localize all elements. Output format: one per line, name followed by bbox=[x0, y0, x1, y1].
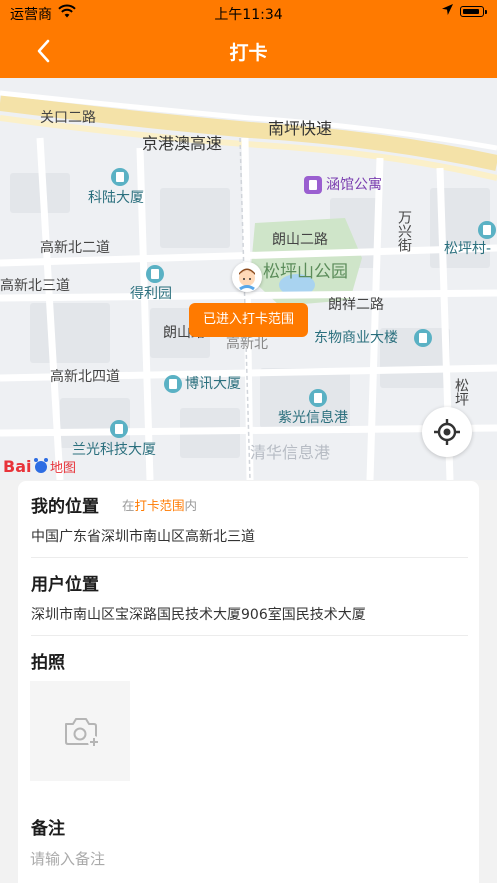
remark-input[interactable] bbox=[30, 847, 460, 871]
map-label: 兰光科技大厦 bbox=[72, 442, 156, 458]
building-poi-icon bbox=[110, 420, 128, 438]
map-label: 南坪快速 bbox=[268, 119, 333, 138]
map-label: 高新北二道 bbox=[40, 240, 110, 256]
svg-text:Bai: Bai bbox=[3, 457, 31, 476]
camera-plus-icon bbox=[65, 718, 100, 748]
range-status-suffix: 内 bbox=[184, 498, 198, 513]
user-avatar-icon bbox=[232, 262, 262, 292]
map-label: 朗山二路 bbox=[272, 232, 328, 248]
map-label: 关口二路 bbox=[40, 110, 96, 126]
building-poi-icon bbox=[414, 329, 432, 347]
map-label: 清华信息港 bbox=[250, 443, 331, 462]
building-poi-icon bbox=[164, 375, 182, 393]
map-label: 松坪山公园 bbox=[263, 262, 348, 282]
building-poi-icon bbox=[146, 265, 164, 283]
my-location-address: 中国广东省深圳市南山区高新北三道 bbox=[31, 529, 255, 545]
apartment-poi-icon bbox=[304, 176, 322, 194]
remark-title: 备注 bbox=[31, 819, 65, 839]
map-label: 高新北三道 bbox=[0, 278, 70, 294]
building-poi-icon bbox=[309, 389, 327, 407]
map-provider-logo: Bai 地图 bbox=[3, 455, 83, 477]
map-label: 得利园 bbox=[130, 286, 172, 302]
map-label: 东物商业大楼 bbox=[314, 330, 398, 346]
add-photo-button[interactable] bbox=[30, 681, 130, 781]
building-poi-icon bbox=[478, 221, 496, 239]
range-status-highlight: 打卡范围 bbox=[134, 498, 185, 513]
map-label: 科陆大厦 bbox=[88, 190, 144, 206]
crosshair-icon bbox=[434, 419, 460, 445]
my-location-title: 我的位置 bbox=[31, 497, 99, 517]
top-bar: 运营商 上午11:34 打卡 bbox=[0, 0, 497, 78]
map-label: 京港澳高速 bbox=[142, 134, 223, 153]
clock: 上午11:34 bbox=[214, 7, 283, 23]
map-label: 高新北 bbox=[226, 336, 268, 352]
battery-icon bbox=[460, 6, 487, 17]
map-label: 博讯大厦 bbox=[185, 376, 241, 392]
status-bar: 运营商 上午11:34 bbox=[0, 0, 497, 26]
checkin-card: 我的位置 在打卡范围内 中国广东省深圳市南山区高新北三道 用户位置 深圳市南山区… bbox=[18, 481, 479, 883]
map-label: 万兴街 bbox=[396, 210, 412, 252]
map-label: 松坪村- bbox=[444, 241, 492, 257]
svg-text:地图: 地图 bbox=[50, 461, 76, 476]
page-title: 打卡 bbox=[229, 42, 268, 64]
range-status: 在打卡范围内 bbox=[122, 495, 197, 514]
photo-title: 拍照 bbox=[31, 653, 65, 673]
building-poi-icon bbox=[111, 168, 129, 186]
location-arrow-icon bbox=[441, 3, 454, 20]
in-range-tooltip: 已进入打卡范围 bbox=[189, 303, 308, 337]
map-label: 紫光信息港 bbox=[278, 410, 348, 426]
user-location-address: 深圳市南山区宝深路国民技术大厦906室国民技术大厦 bbox=[31, 607, 366, 623]
locate-button[interactable] bbox=[422, 407, 472, 457]
map-label: 高新北四道 bbox=[50, 369, 120, 385]
map-label: 朗祥二路 bbox=[328, 297, 384, 313]
divider bbox=[31, 557, 468, 558]
map-label: 涵馆公寓 bbox=[326, 177, 382, 193]
user-location-title: 用户位置 bbox=[31, 575, 99, 595]
range-status-prefix: 在 bbox=[122, 498, 135, 513]
map-label: 松坪 bbox=[453, 378, 469, 406]
divider bbox=[31, 635, 468, 636]
